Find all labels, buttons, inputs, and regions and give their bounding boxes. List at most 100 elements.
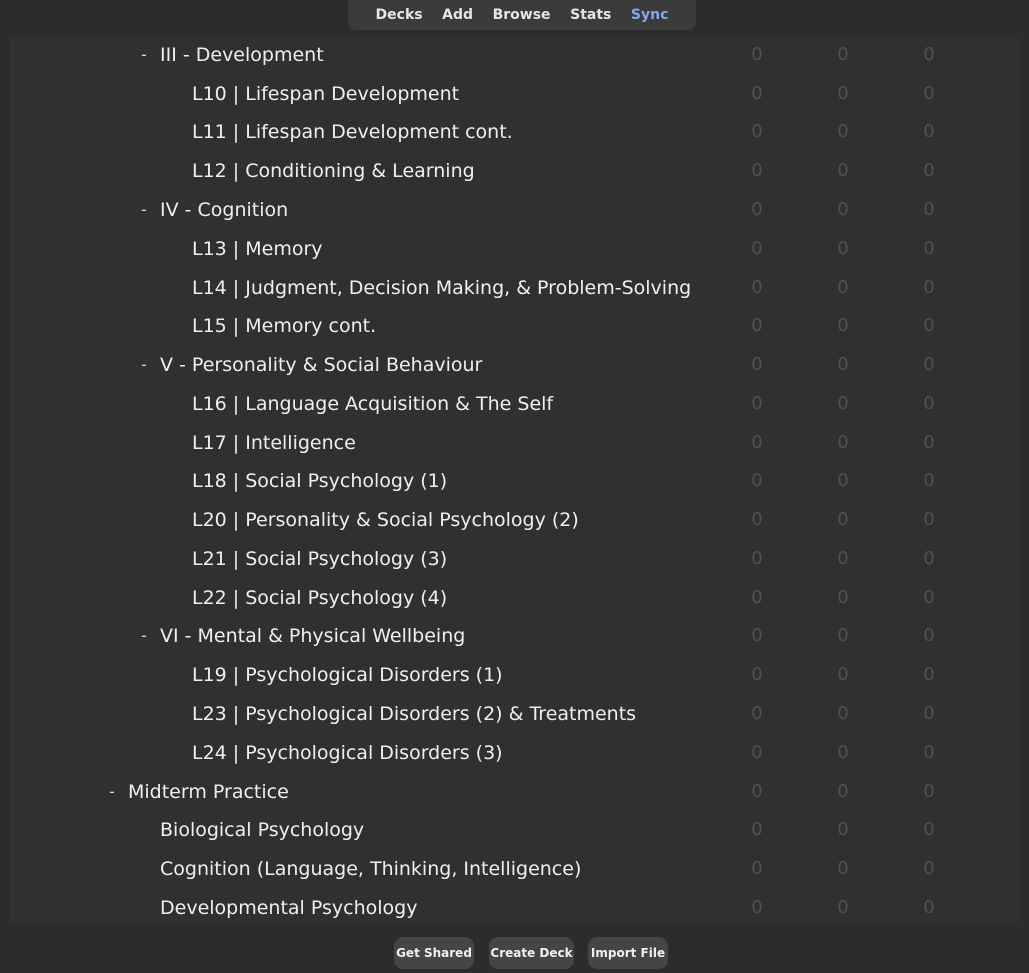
deck-row: L16 | Language Acquisition & The Self 0 … [10,385,1019,423]
deck-row: L18 | Social Psychology (1) 0 0 0 [10,462,1019,500]
new-count: 0 [751,238,763,259]
due-count: 0 [923,858,935,879]
due-count: 0 [923,781,935,802]
deck-name[interactable]: L19 | Psychological Disorders (1) [192,656,503,694]
due-count: 0 [923,238,935,259]
new-count: 0 [751,160,763,181]
due-count: 0 [923,703,935,724]
learn-count: 0 [837,315,849,336]
deck-row: - Midterm Practice 0 0 0 [10,773,1019,811]
deck-row: - V - Personality & Social Behaviour 0 0… [10,346,1019,384]
due-count: 0 [923,625,935,646]
deck-name[interactable]: IV - Cognition [160,191,288,229]
deck-row: Developmental Psychology 0 0 0 [10,889,1019,923]
deck-name[interactable]: L20 | Personality & Social Psychology (2… [192,501,579,539]
deck-row: Cognition (Language, Thinking, Intellige… [10,850,1019,888]
deck-name[interactable]: L24 | Psychological Disorders (3) [192,734,503,772]
new-count: 0 [751,897,763,918]
due-count: 0 [923,470,935,491]
learn-count: 0 [837,354,849,375]
deck-name[interactable]: L22 | Social Psychology (4) [192,579,447,617]
collapse-toggle[interactable]: - [109,773,115,811]
new-count: 0 [751,664,763,685]
deck-name[interactable]: L18 | Social Psychology (1) [192,462,447,500]
toolbar-stats-link[interactable]: Stats [570,7,611,23]
top-bar: Decks Add Browse Stats Sync [0,0,1029,36]
deck-row: L13 | Memory 0 0 0 [10,230,1019,268]
due-count: 0 [923,742,935,763]
due-count: 0 [923,548,935,569]
new-count: 0 [751,781,763,802]
due-count: 0 [923,587,935,608]
toolbar-add-link[interactable]: Add [442,7,473,23]
learn-count: 0 [837,858,849,879]
toolbar-browse-link[interactable]: Browse [493,7,551,23]
import-file-button[interactable]: Import File [588,937,668,969]
learn-count: 0 [837,548,849,569]
learn-count: 0 [837,238,849,259]
due-count: 0 [923,664,935,685]
new-count: 0 [751,44,763,65]
deck-row: L22 | Social Psychology (4) 0 0 0 [10,579,1019,617]
deck-row: L12 | Conditioning & Learning 0 0 0 [10,152,1019,190]
deck-row: L11 | Lifespan Development cont. 0 0 0 [10,113,1019,151]
deck-name[interactable]: L21 | Social Psychology (3) [192,540,447,578]
deck-row: L17 | Intelligence 0 0 0 [10,424,1019,462]
deck-row: L20 | Personality & Social Psychology (2… [10,501,1019,539]
deck-name[interactable]: L10 | Lifespan Development [192,75,459,113]
new-count: 0 [751,393,763,414]
learn-count: 0 [837,742,849,763]
learn-count: 0 [837,277,849,298]
collapse-toggle[interactable]: - [141,346,147,384]
deck-list: - III - Development 0 0 0 L10 | Lifespan… [10,36,1019,923]
learn-count: 0 [837,587,849,608]
deck-name[interactable]: L13 | Memory [192,230,323,268]
deck-name[interactable]: L14 | Judgment, Decision Making, & Probl… [192,269,691,307]
learn-count: 0 [837,819,849,840]
deck-name[interactable]: Midterm Practice [128,773,289,811]
collapse-toggle[interactable]: - [141,617,147,655]
deck-row: L23 | Psychological Disorders (2) & Trea… [10,695,1019,733]
deck-row: - IV - Cognition 0 0 0 [10,191,1019,229]
deck-name[interactable]: L17 | Intelligence [192,424,356,462]
deck-row: L14 | Judgment, Decision Making, & Probl… [10,269,1019,307]
due-count: 0 [923,160,935,181]
toolbar-decks-link[interactable]: Decks [376,7,423,23]
get-shared-button[interactable]: Get Shared [394,937,474,969]
learn-count: 0 [837,897,849,918]
learn-count: 0 [837,83,849,104]
deck-name[interactable]: V - Personality & Social Behaviour [160,346,482,384]
learn-count: 0 [837,509,849,530]
due-count: 0 [923,121,935,142]
due-count: 0 [923,432,935,453]
new-count: 0 [751,858,763,879]
deck-name[interactable]: Cognition (Language, Thinking, Intellige… [160,850,581,888]
deck-name[interactable]: Biological Psychology [160,811,364,849]
deck-name[interactable]: L16 | Language Acquisition & The Self [192,385,553,423]
new-count: 0 [751,121,763,142]
due-count: 0 [923,277,935,298]
deck-name[interactable]: L23 | Psychological Disorders (2) & Trea… [192,695,636,733]
new-count: 0 [751,819,763,840]
collapse-toggle[interactable]: - [141,36,147,74]
due-count: 0 [923,819,935,840]
due-count: 0 [923,315,935,336]
due-count: 0 [923,199,935,220]
deck-row: L19 | Psychological Disorders (1) 0 0 0 [10,656,1019,694]
new-count: 0 [751,587,763,608]
new-count: 0 [751,277,763,298]
deck-name[interactable]: L12 | Conditioning & Learning [192,152,475,190]
deck-name[interactable]: L11 | Lifespan Development cont. [192,113,513,151]
new-count: 0 [751,742,763,763]
deck-row: L10 | Lifespan Development 0 0 0 [10,75,1019,113]
due-count: 0 [923,83,935,104]
deck-name[interactable]: III - Development [160,36,324,74]
toolbar-sync-link[interactable]: Sync [631,7,668,23]
due-count: 0 [923,509,935,530]
deck-name[interactable]: Developmental Psychology [160,889,417,923]
new-count: 0 [751,315,763,336]
deck-name[interactable]: L15 | Memory cont. [192,307,376,345]
deck-name[interactable]: VI - Mental & Physical Wellbeing [160,617,465,655]
create-deck-button[interactable]: Create Deck [489,937,574,969]
collapse-toggle[interactable]: - [141,191,147,229]
